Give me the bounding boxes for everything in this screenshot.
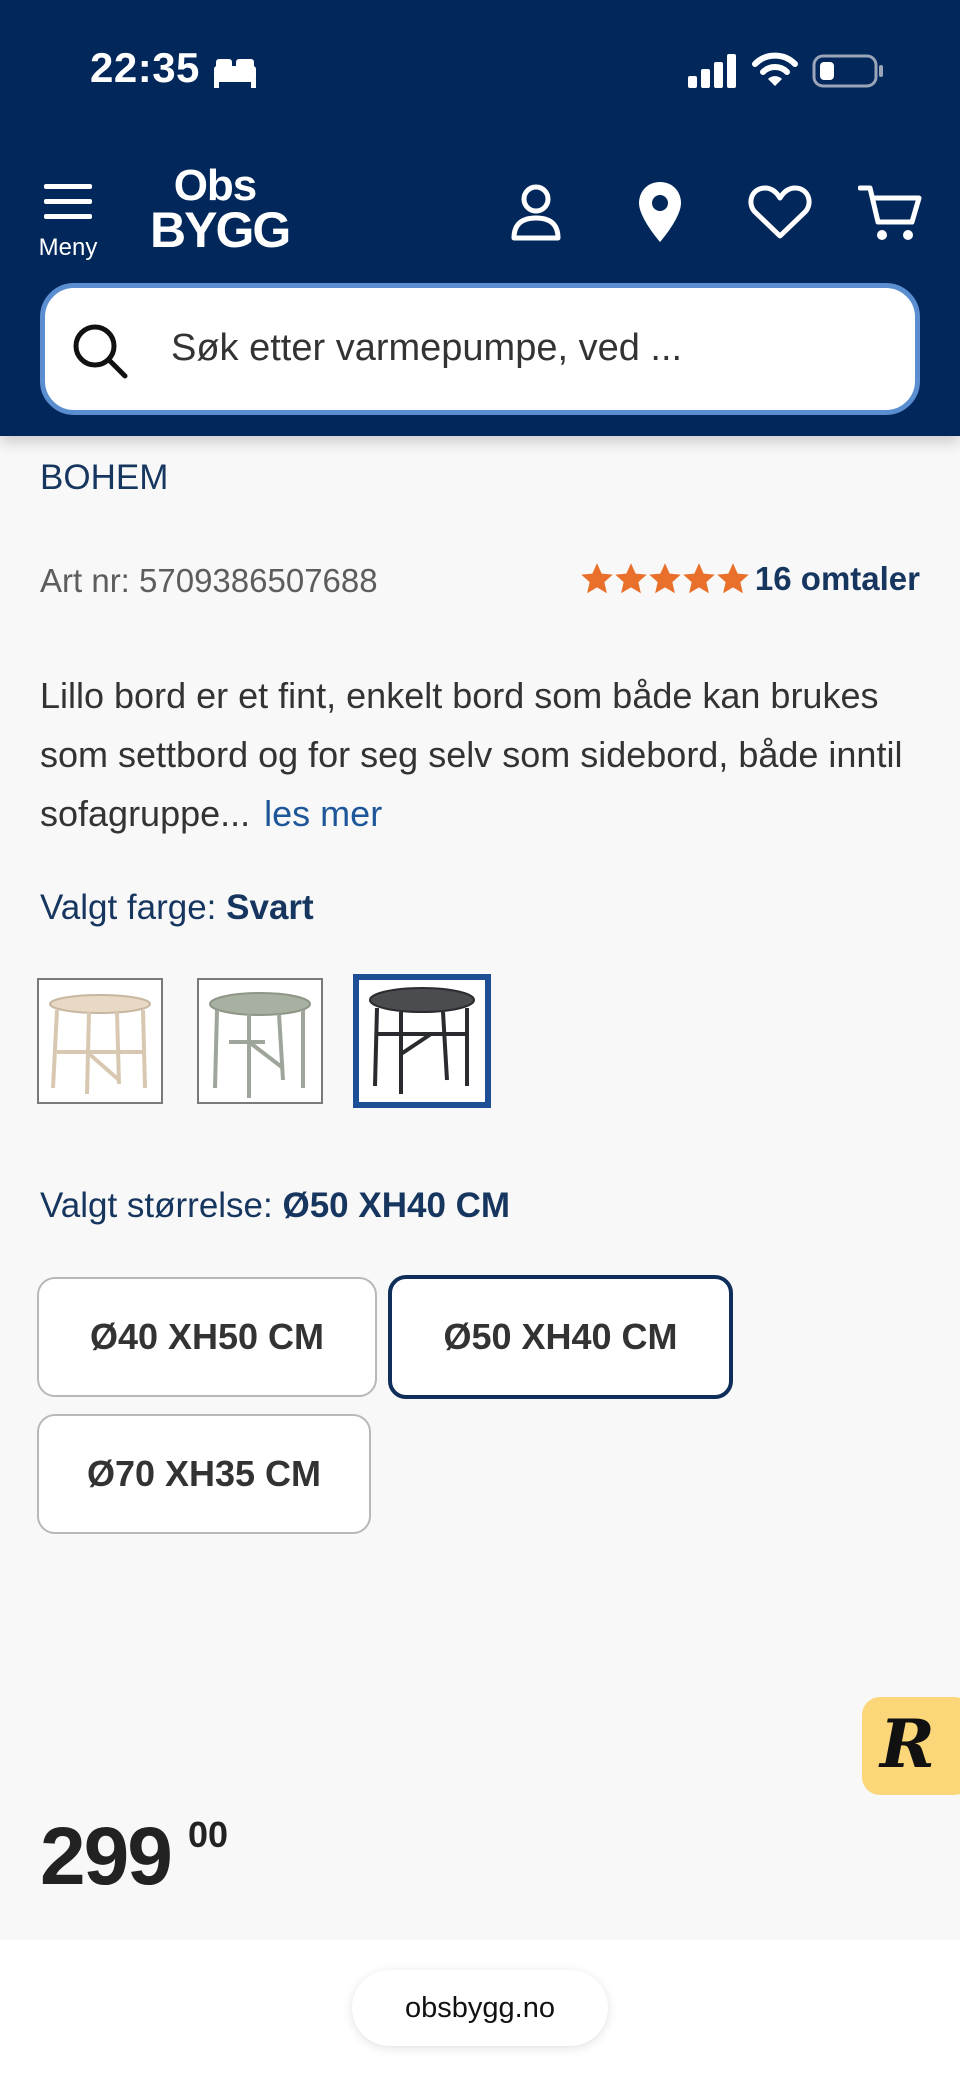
logo-line-1: Obs (173, 161, 258, 210)
cellular-signal-icon (688, 54, 736, 88)
article-number: Art nr: 5709386507688 (40, 562, 378, 599)
read-more-link[interactable]: les mer (264, 793, 382, 834)
status-bar: 22:35 (0, 0, 960, 140)
size-value: Ø50 XH40 CM (282, 1186, 511, 1225)
site-header: 22:35 Meny Obs BYGG Søk etter varmepumpe… (0, 0, 960, 436)
shopping-cart-icon[interactable] (858, 182, 922, 244)
color-label-text: Valgt farge: (40, 888, 217, 927)
selected-size-label: Valgt størrelse: Ø50 XH40 CM (40, 1186, 510, 1226)
product-brand[interactable]: BOHEM (40, 458, 168, 498)
color-value: Svart (226, 888, 314, 927)
table-thumbnail-icon (49, 994, 151, 1095)
description-text: Lillo bord er et fint, enkelt bord som b… (40, 675, 903, 834)
star-icon (615, 563, 647, 594)
chat-widget-button[interactable]: R (862, 1697, 960, 1795)
browser-bottom-bar: obsbygg.no (0, 1940, 960, 2081)
product-price: 299 00 (40, 1810, 228, 1904)
review-count-link[interactable]: 16 omtaler (755, 560, 920, 598)
search-input[interactable] (171, 308, 871, 388)
battery-icon (812, 54, 883, 88)
browser-url-pill[interactable]: obsbygg.no (352, 1970, 608, 2046)
size-option-40[interactable]: Ø40 XH50 CM (37, 1277, 377, 1397)
star-icon (683, 563, 715, 594)
product-description: Lillo bord er et fint, enkelt bord som b… (40, 666, 920, 843)
color-swatch-black-selected[interactable] (353, 974, 491, 1108)
status-time: 22:35 (90, 44, 200, 91)
logo-line-2: BYGG (150, 202, 291, 258)
size-option-70[interactable]: Ø70 XH35 CM (37, 1414, 371, 1534)
rating-stars (579, 561, 749, 597)
star-icon (717, 563, 749, 594)
main-nav: Meny Obs BYGG (0, 160, 960, 270)
table-thumbnail-icon (209, 992, 311, 1098)
price-decimals: 00 (188, 1814, 229, 1855)
hamburger-icon (44, 184, 92, 219)
chat-logo-icon: R (880, 1705, 935, 1783)
location-pin-icon[interactable] (636, 180, 684, 244)
star-icon (581, 563, 613, 594)
account-icon[interactable] (506, 182, 566, 242)
sleep-focus-icon (214, 59, 256, 88)
star-icon (649, 563, 681, 594)
obs-bygg-logo[interactable]: Obs BYGG (150, 161, 291, 262)
product-rating[interactable]: 16 omtaler (579, 560, 920, 598)
color-swatch-green[interactable] (197, 978, 323, 1104)
color-swatch-beige[interactable] (37, 978, 163, 1104)
price-integer: 299 (40, 1811, 173, 1902)
table-thumbnail-icon (369, 987, 475, 1094)
search-icon (73, 324, 128, 379)
menu-label: Meny (38, 234, 98, 261)
menu-button[interactable]: Meny (32, 180, 104, 266)
selected-color-label: Valgt farge: Svart (40, 888, 314, 928)
size-option-50-selected[interactable]: Ø50 XH40 CM (388, 1275, 733, 1399)
size-label-text: Valgt størrelse: (40, 1186, 273, 1225)
wifi-icon (752, 52, 798, 86)
wishlist-heart-icon[interactable] (748, 184, 812, 240)
search-bar[interactable] (40, 283, 920, 415)
